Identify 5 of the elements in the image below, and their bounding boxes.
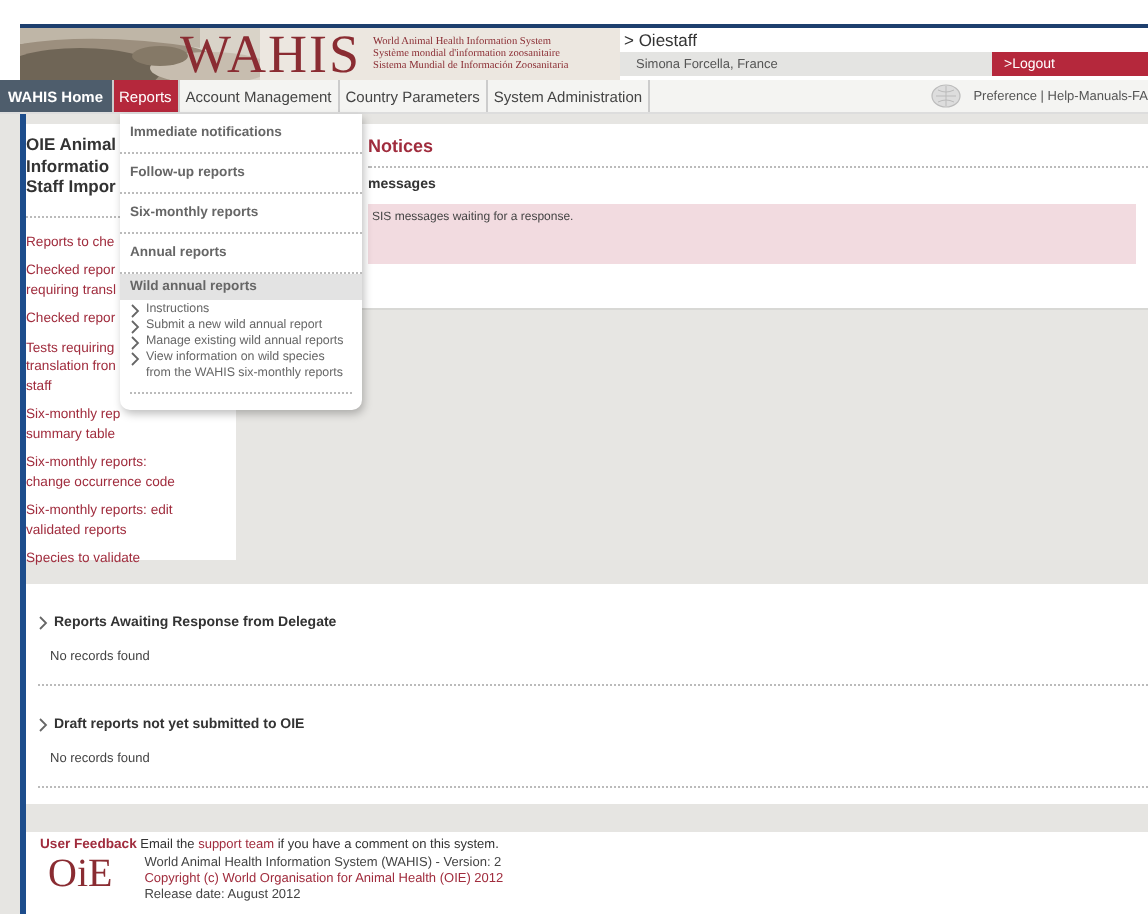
oie-logo: OiE [48, 856, 113, 892]
wahis-logo: WAHIS [180, 28, 361, 80]
chevron-icon [38, 615, 48, 629]
chevron-icon [38, 717, 48, 731]
notices-title: Notices [368, 136, 1148, 168]
